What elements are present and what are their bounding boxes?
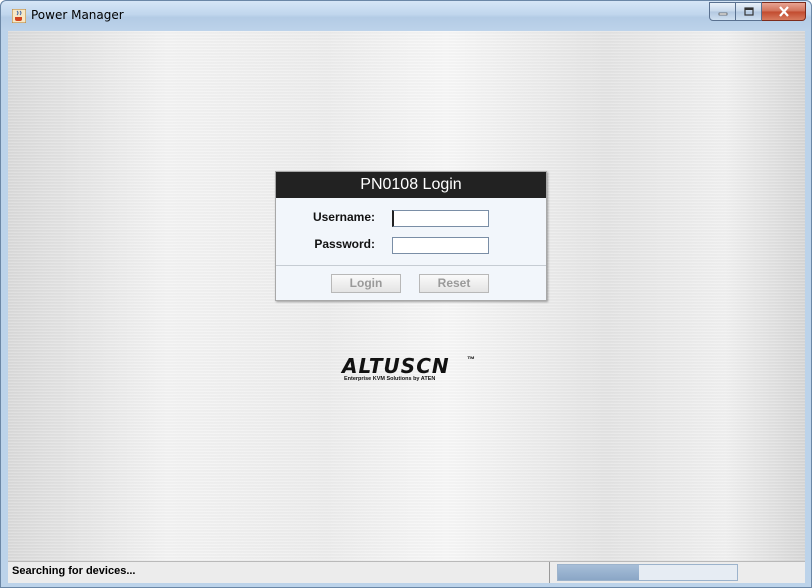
status-bar: Searching for devices... xyxy=(8,561,805,583)
window-controls xyxy=(709,2,806,21)
login-title: PN0108 Login xyxy=(276,172,546,198)
status-divider xyxy=(549,562,550,583)
app-window: Power Manager PN0108 Login Username: Pas… xyxy=(0,0,812,588)
password-label: Password: xyxy=(314,237,375,251)
status-text: Searching for devices... xyxy=(12,565,136,577)
java-cup-icon xyxy=(12,9,26,23)
close-icon xyxy=(778,6,789,17)
close-button[interactable] xyxy=(762,2,806,21)
username-label: Username: xyxy=(312,210,375,224)
altuscn-logo: ALTUSCN ™ Enterprise KVM Solutions by AT… xyxy=(342,354,482,394)
title-bar[interactable]: Power Manager xyxy=(1,1,811,31)
login-button[interactable]: Login xyxy=(331,274,401,293)
logo-trademark: ™ xyxy=(467,355,475,364)
window-title: Power Manager xyxy=(31,8,124,22)
reset-button[interactable]: Reset xyxy=(419,274,489,293)
progress-fill xyxy=(558,565,639,580)
minimize-icon xyxy=(718,12,727,15)
minimize-button[interactable] xyxy=(709,2,736,21)
login-panel: PN0108 Login Username: Password: Login R… xyxy=(275,171,547,301)
logo-wordmark: ALTUSCN xyxy=(342,354,450,378)
logo-subtitle: Enterprise KVM Solutions by ATEN xyxy=(344,376,436,382)
maximize-icon xyxy=(743,7,754,16)
progress-bar xyxy=(557,564,738,581)
maximize-button[interactable] xyxy=(736,2,762,21)
panel-divider xyxy=(276,265,546,266)
password-input[interactable] xyxy=(392,237,489,254)
username-input[interactable] xyxy=(392,210,489,227)
main-content: PN0108 Login Username: Password: Login R… xyxy=(8,31,805,581)
